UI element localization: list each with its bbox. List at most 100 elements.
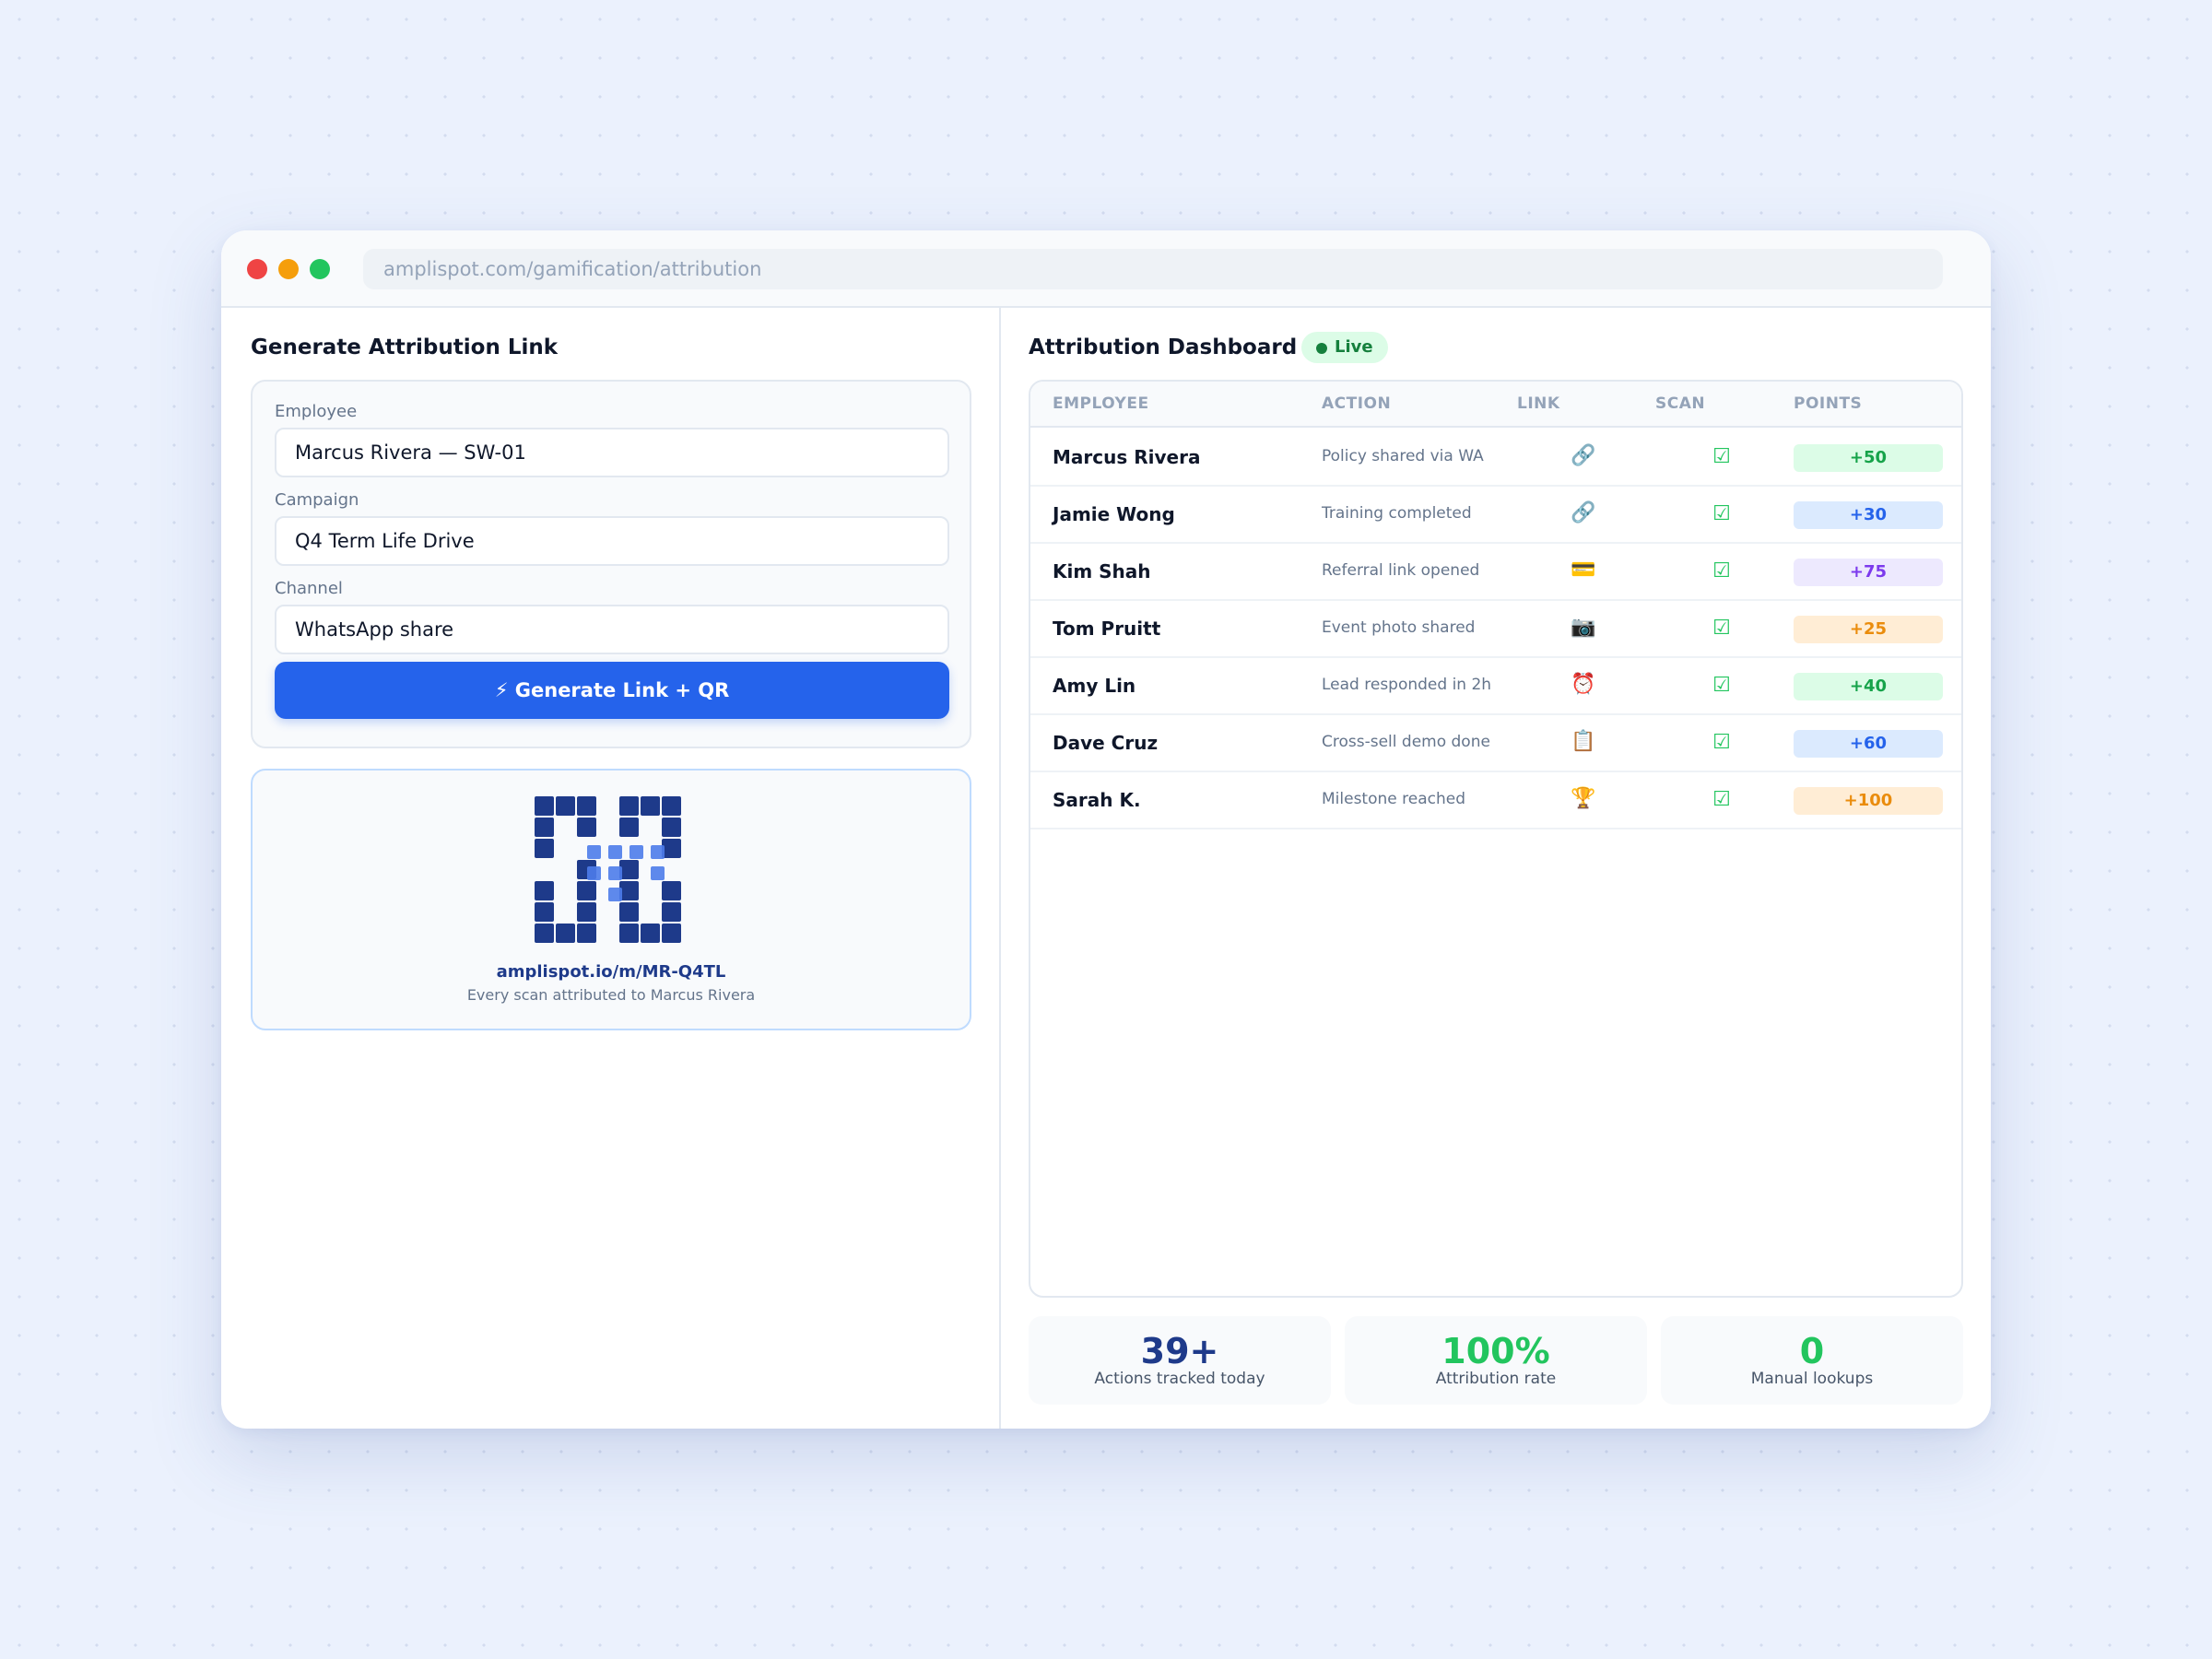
qr-module — [577, 818, 596, 837]
channel-field[interactable]: WhatsApp share — [275, 605, 949, 654]
campaign-field[interactable]: Q4 Term Life Drive — [275, 516, 949, 566]
points-badge: +40 — [1794, 673, 1943, 700]
qr-module — [662, 839, 681, 858]
qr-module — [535, 924, 554, 943]
employee-name: Tom Pruitt — [1053, 618, 1161, 640]
generate-link-button[interactable]: ⚡ Generate Link + QR — [275, 662, 949, 719]
credit-card-icon[interactable]: 💳 — [1565, 559, 1602, 582]
address-bar[interactable]: amplispot.com/gamification/attribution — [363, 249, 1943, 289]
qr-module — [662, 818, 681, 837]
campaign-label: Campaign — [275, 490, 359, 510]
column-header-link: LINK — [1517, 394, 1560, 413]
scan-check-icon: ☑ — [1712, 445, 1731, 468]
table-row[interactable]: Tom Pruitt Event photo shared 📷 ☑ +25 — [1030, 601, 1961, 658]
qr-module — [608, 845, 622, 859]
channel-label: Channel — [275, 579, 343, 598]
employee-name: Kim Shah — [1053, 560, 1151, 582]
scan-check-icon: ☑ — [1712, 788, 1731, 811]
minimize-window-button[interactable] — [278, 259, 299, 279]
stats-row: 39+ Actions tracked today 100% Attributi… — [1029, 1316, 1963, 1405]
qr-link-text[interactable]: amplispot.io/m/MR-Q4TL — [253, 962, 970, 982]
qr-module — [608, 888, 622, 901]
maximize-window-button[interactable] — [310, 259, 330, 279]
action-text: Training completed — [1322, 504, 1472, 523]
qr-module — [535, 818, 554, 837]
qr-module — [662, 902, 681, 922]
action-text: Event photo shared — [1322, 618, 1476, 637]
scan-check-icon: ☑ — [1712, 731, 1731, 754]
qr-module — [587, 866, 601, 880]
column-header-employee: EMPLOYEE — [1053, 394, 1149, 413]
live-status-badge: Live — [1301, 332, 1388, 363]
qr-module — [619, 881, 639, 900]
alarm-clock-icon[interactable]: ⏰ — [1565, 673, 1602, 696]
qr-module — [619, 924, 639, 943]
qr-module — [651, 845, 665, 859]
qr-module — [535, 839, 554, 858]
employee-label: Employee — [275, 402, 358, 421]
table-header: EMPLOYEE ACTION LINK SCAN POINTS — [1030, 382, 1961, 428]
browser-window: amplispot.com/gamification/attribution G… — [221, 230, 1991, 1429]
action-text: Cross-sell demo done — [1322, 733, 1490, 751]
qr-caption: Every scan attributed to Marcus Rivera — [466, 986, 756, 1004]
stat-value: 0 — [1799, 1331, 1825, 1371]
close-window-button[interactable] — [247, 259, 267, 279]
clipboard-icon[interactable]: 📋 — [1565, 730, 1602, 753]
stat-value: 100% — [1441, 1331, 1550, 1371]
action-text: Referral link opened — [1322, 561, 1480, 580]
scan-check-icon: ☑ — [1712, 502, 1731, 525]
points-badge: +60 — [1794, 730, 1943, 758]
generator-title: Generate Attribution Link — [251, 335, 559, 359]
camera-icon[interactable]: 📷 — [1565, 616, 1602, 639]
stat-manual-lookups: 0 Manual lookups — [1661, 1316, 1963, 1405]
generator-panel: Generate Attribution Link Employee Marcu… — [221, 308, 1001, 1429]
points-badge: +100 — [1794, 787, 1943, 815]
stat-actions-tracked: 39+ Actions tracked today — [1029, 1316, 1331, 1405]
attribution-form: Employee Marcus Rivera — SW-01 Campaign … — [251, 380, 971, 748]
qr-module — [535, 881, 554, 900]
browser-titlebar: amplispot.com/gamification/attribution — [221, 230, 1991, 308]
action-text: Lead responded in 2h — [1322, 676, 1492, 694]
table-row[interactable]: Jamie Wong Training completed 🔗 ☑ +30 — [1030, 487, 1961, 544]
points-badge: +75 — [1794, 559, 1943, 586]
qr-module — [577, 881, 596, 900]
qr-module — [535, 902, 554, 922]
column-header-points: POINTS — [1794, 394, 1863, 413]
stat-value: 39+ — [1140, 1331, 1219, 1371]
table-row[interactable]: Marcus Rivera Policy shared via WA 🔗 ☑ +50 — [1030, 429, 1961, 487]
table-row[interactable]: Dave Cruz Cross-sell demo done 📋 ☑ +60 — [1030, 715, 1961, 772]
qr-result-card: amplispot.io/m/MR-Q4TL Every scan attrib… — [251, 769, 971, 1030]
stat-label: Attribution rate — [1435, 1370, 1557, 1388]
scan-check-icon: ☑ — [1712, 617, 1731, 640]
qr-module — [641, 796, 660, 816]
table-row[interactable]: Sarah K. Milestone reached 🏆 ☑ +100 — [1030, 772, 1961, 830]
qr-module — [619, 860, 639, 879]
qr-module — [619, 902, 639, 922]
qr-code-icon — [535, 796, 681, 943]
live-dot-icon — [1316, 343, 1327, 354]
dashboard-panel: Attribution Dashboard Live EMPLOYEE ACTI… — [1003, 308, 1991, 1429]
table-row[interactable]: Kim Shah Referral link opened 💳 ☑ +75 — [1030, 544, 1961, 601]
scan-check-icon: ☑ — [1712, 559, 1731, 582]
table-row[interactable]: Amy Lin Lead responded in 2h ⏰ ☑ +40 — [1030, 658, 1961, 715]
column-header-action: ACTION — [1322, 394, 1392, 413]
employee-name: Marcus Rivera — [1053, 446, 1201, 468]
qr-module — [608, 866, 622, 880]
qr-module — [662, 881, 681, 900]
points-badge: +25 — [1794, 616, 1943, 643]
link-icon[interactable]: 🔗 — [1565, 501, 1602, 524]
link-icon[interactable]: 🔗 — [1565, 444, 1602, 467]
dashboard-title: Attribution Dashboard — [1029, 335, 1298, 359]
attribution-table: EMPLOYEE ACTION LINK SCAN POINTS Marcus … — [1029, 380, 1963, 1298]
qr-module — [662, 796, 681, 816]
points-badge: +50 — [1794, 444, 1943, 472]
trophy-icon[interactable]: 🏆 — [1565, 787, 1602, 810]
qr-module — [629, 845, 643, 859]
qr-module — [619, 818, 639, 837]
employee-field[interactable]: Marcus Rivera — SW-01 — [275, 428, 949, 477]
qr-module — [619, 796, 639, 816]
stat-label: Actions tracked today — [1094, 1370, 1265, 1388]
action-text: Milestone reached — [1322, 790, 1465, 808]
action-text: Policy shared via WA — [1322, 447, 1484, 465]
qr-module — [641, 924, 660, 943]
